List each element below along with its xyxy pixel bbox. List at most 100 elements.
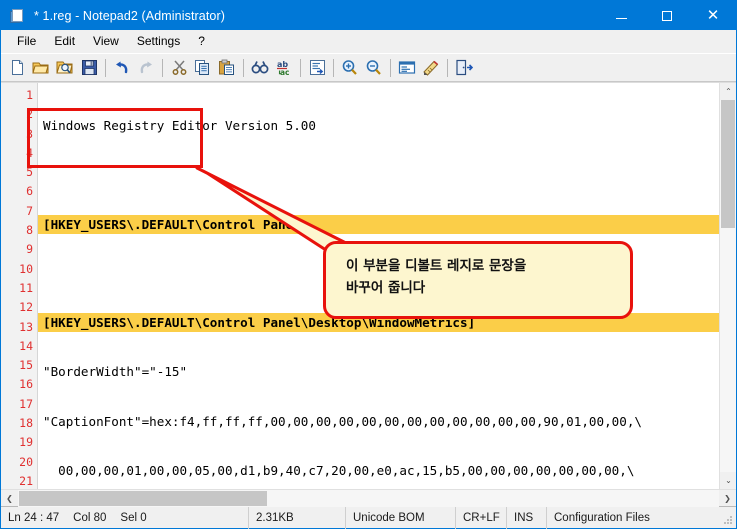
code-text[interactable]: Windows Registry Editor Version 5.00 [HK… <box>38 83 719 489</box>
horizontal-scrollbar[interactable]: ❮ ❯ <box>1 489 736 507</box>
line-number: 7 <box>26 203 33 218</box>
vertical-scrollbar[interactable]: ⌃ ⌄ <box>719 83 736 489</box>
cut-button[interactable] <box>167 56 191 80</box>
save-disk-icon <box>81 60 97 75</box>
toolbar-separator <box>333 58 334 77</box>
close-icon: ✕ <box>706 6 720 24</box>
undo-arrow-icon <box>116 61 128 74</box>
find-binoculars-icon <box>251 61 269 74</box>
code-line[interactable]: Windows Registry Editor Version 5.00 <box>38 116 719 135</box>
minimize-icon <box>615 18 627 19</box>
close-button[interactable]: ✕ <box>690 1 736 30</box>
scroll-up-icon[interactable]: ⌃ <box>720 83 736 100</box>
resize-grip-icon[interactable] <box>722 514 734 526</box>
minimize-button[interactable] <box>598 1 644 30</box>
editor-area[interactable]: 1 2 3 4 5 6 7 8 9 10 11 12 13 14 15 16 1… <box>1 82 736 489</box>
line-number: 20 <box>19 454 33 469</box>
scroll-left-icon[interactable]: ❮ <box>1 490 18 507</box>
line-number: 11 <box>19 280 33 295</box>
toolbar-separator <box>105 58 106 77</box>
status-insert-mode[interactable]: INS <box>507 506 547 529</box>
copy-pages-icon <box>195 60 209 75</box>
customize-schemes-button[interactable] <box>419 56 443 80</box>
find-button[interactable] <box>248 56 272 80</box>
line-number: 3 <box>26 126 33 141</box>
menu-edit[interactable]: Edit <box>45 31 84 52</box>
menu-settings[interactable]: Settings <box>128 31 189 52</box>
window-controls: ✕ <box>598 1 736 30</box>
toolbar-separator <box>390 58 391 77</box>
menu-bar: File Edit View Settings ? <box>1 30 736 54</box>
zoom-in-button[interactable] <box>338 56 362 80</box>
toolbar-separator <box>447 58 448 77</box>
status-scheme[interactable]: Configuration Files <box>547 507 736 529</box>
exit-button[interactable] <box>452 56 476 80</box>
horizontal-scroll-thumb[interactable] <box>19 490 267 506</box>
new-file-button[interactable] <box>5 56 29 80</box>
status-col: Col 80 <box>73 511 107 524</box>
block-indent-button[interactable] <box>305 56 329 80</box>
horizontal-scroll-track[interactable] <box>18 489 719 507</box>
code-line[interactable]: [HKEY_USERS\.DEFAULT\Control Panel\Deskt… <box>38 313 719 333</box>
redo-button[interactable] <box>134 56 158 80</box>
redo-arrow-icon <box>140 61 152 74</box>
title-bar: * 1.reg - Notepad2 (Administrator) ✕ <box>1 1 736 30</box>
menu-help[interactable]: ? <box>189 31 214 52</box>
line-number: 13 <box>19 319 33 334</box>
zoom-out-icon <box>366 60 381 75</box>
line-number: 14 <box>19 338 33 353</box>
line-number: 8 <box>26 223 33 238</box>
maximize-button[interactable] <box>644 1 690 30</box>
replace-button[interactable]: ab ac <box>272 56 296 80</box>
menu-file[interactable]: File <box>8 31 45 52</box>
line-number: 12 <box>19 300 33 315</box>
open-folder-button[interactable] <box>29 56 53 80</box>
line-number: 17 <box>19 396 33 411</box>
zoom-in-icon <box>342 60 357 75</box>
status-line-col: Ln 24 : 47 <box>8 511 60 524</box>
status-filesize: 2.31KB <box>249 506 346 529</box>
status-eol[interactable]: CR+LF <box>456 506 507 529</box>
toolbar-separator <box>243 58 244 77</box>
scroll-right-icon[interactable]: ❯ <box>719 490 736 507</box>
new-file-icon <box>11 60 23 75</box>
code-line[interactable]: 00,00,00,01,00,00,05,00,d1,b9,40,c7,20,0… <box>38 461 719 480</box>
menu-view[interactable]: View <box>84 31 128 52</box>
code-line[interactable] <box>38 165 719 184</box>
open-folder-icon <box>32 62 49 74</box>
toolbar-separator <box>300 58 301 77</box>
copy-button[interactable] <box>191 56 215 80</box>
line-number: 5 <box>26 165 33 180</box>
vertical-scroll-thumb[interactable] <box>721 100 735 228</box>
status-sel: Sel 0 <box>120 511 147 524</box>
replace-abc-icon: ab ac <box>276 60 289 76</box>
code-line[interactable]: [HKEY_USERS\.DEFAULT\Control Pane] <box>38 214 719 234</box>
line-number: 19 <box>19 435 33 450</box>
exit-door-icon <box>456 59 473 76</box>
maximize-icon <box>662 10 672 21</box>
line-number: 18 <box>19 416 33 431</box>
status-position: Ln 24 : 47 Col 80 Sel 0 <box>1 506 249 529</box>
line-number: 15 <box>19 358 33 373</box>
settings-pencil-ruler-icon <box>422 60 438 76</box>
cut-scissors-icon <box>172 60 186 75</box>
notepad2-window: * 1.reg - Notepad2 (Administrator) ✕ Fil… <box>0 0 737 529</box>
code-line[interactable]: "BorderWidth"="-15" <box>38 362 719 381</box>
zoom-out-button[interactable] <box>362 56 386 80</box>
vertical-scroll-track[interactable] <box>720 100 736 472</box>
line-number-gutter: 1 2 3 4 5 6 7 8 9 10 11 12 13 14 15 16 1… <box>1 83 38 489</box>
line-number: 16 <box>19 377 33 392</box>
save-button[interactable] <box>77 56 101 80</box>
scheme-button[interactable] <box>395 56 419 80</box>
paste-button[interactable] <box>215 56 239 80</box>
line-number: 9 <box>26 242 33 257</box>
line-number: 1 <box>26 88 33 102</box>
browse-file-button[interactable] <box>53 56 77 80</box>
scroll-down-icon[interactable]: ⌄ <box>720 472 736 489</box>
document-icon <box>10 8 26 24</box>
code-line[interactable] <box>38 264 719 283</box>
code-line[interactable]: "CaptionFont"=hex:f4,ff,ff,ff,00,00,00,0… <box>38 412 719 431</box>
status-encoding[interactable]: Unicode BOM <box>346 506 456 529</box>
status-bar: Ln 24 : 47 Col 80 Sel 0 2.31KB Unicode B… <box>1 506 736 529</box>
undo-button[interactable] <box>110 56 134 80</box>
